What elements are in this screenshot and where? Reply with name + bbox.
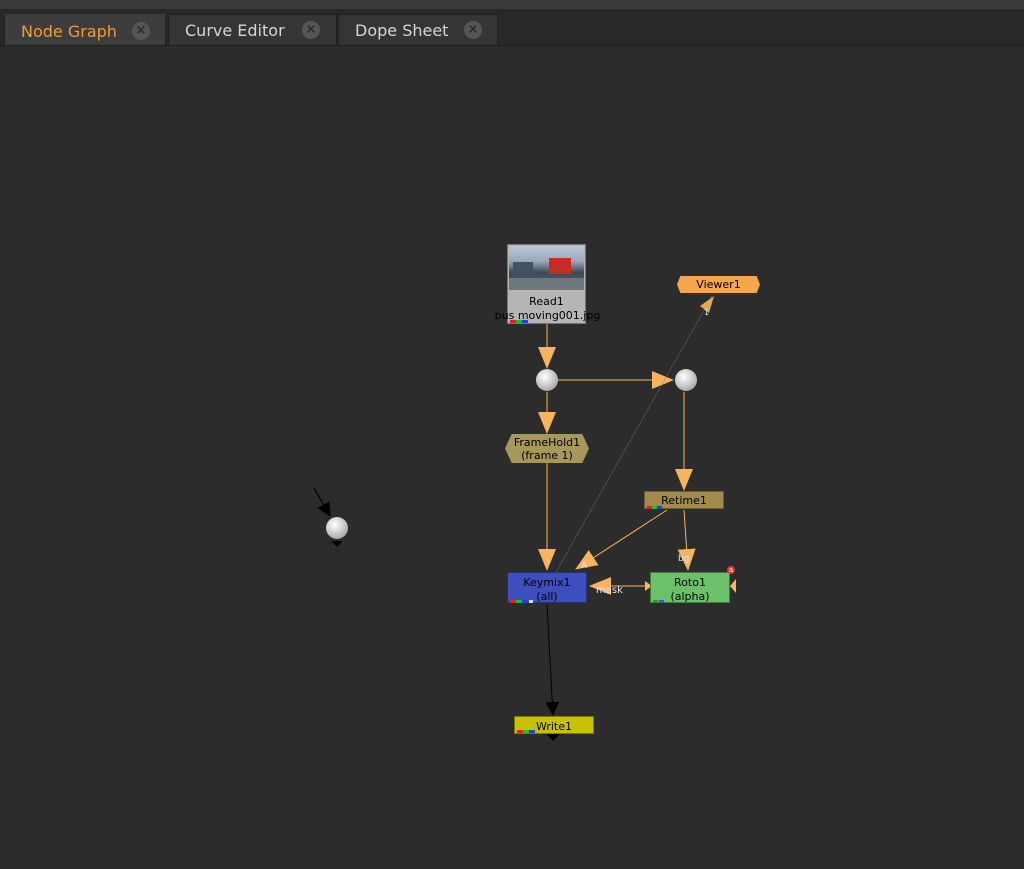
dot-node-orphan[interactable] xyxy=(326,517,348,539)
roto1-name: Roto1 xyxy=(674,576,706,589)
tab-node-graph-label: Node Graph xyxy=(21,22,117,41)
viewer-input-label: 1 xyxy=(704,308,710,317)
roto-badge-icon: a xyxy=(727,566,735,574)
roto-input-bg-label: bg xyxy=(678,554,690,564)
viewer1-name: Viewer1 xyxy=(696,278,741,291)
dot-node[interactable] xyxy=(536,369,558,391)
edge-orphan-input xyxy=(313,487,331,517)
node-write1[interactable]: Write1 xyxy=(514,716,594,734)
keymix1-name: Keymix1 xyxy=(523,576,571,589)
tab-curve-editor[interactable]: Curve Editor × xyxy=(168,14,337,45)
node-read1[interactable]: Read1 bus moving001.jpg xyxy=(495,244,600,324)
framehold1-param: (frame 1) xyxy=(521,449,573,462)
close-icon[interactable]: × xyxy=(464,21,482,39)
node-framehold1[interactable]: FrameHold1 (frame 1) xyxy=(505,434,589,463)
write-output-arrow-icon xyxy=(546,734,560,741)
tab-dope-sheet-label: Dope Sheet xyxy=(355,21,449,40)
read-thumbnail xyxy=(509,246,584,290)
roto-mask-input-arrow-icon xyxy=(730,579,736,593)
node-viewer1[interactable]: Viewer1 xyxy=(677,276,760,293)
tab-node-graph[interactable]: Node Graph × xyxy=(4,14,166,45)
node-retime1[interactable]: Retime1 xyxy=(644,491,724,509)
keymix-input-a-label: A xyxy=(581,561,588,571)
close-icon[interactable]: × xyxy=(132,22,150,40)
node-roto1[interactable]: Roto1 (alpha) xyxy=(650,572,730,603)
dot-node[interactable] xyxy=(675,369,697,391)
tab-bar: Node Graph × Curve Editor × Dope Sheet × xyxy=(0,9,1024,46)
tab-curve-editor-label: Curve Editor xyxy=(185,21,285,40)
edge-retime-to-keymix xyxy=(575,509,668,570)
framehold1-name: FrameHold1 xyxy=(513,436,581,449)
node-graph-canvas[interactable]: Read1 bus moving001.jpg Viewer1 1 FrameH… xyxy=(0,46,1024,869)
tab-dope-sheet[interactable]: Dope Sheet × xyxy=(338,14,498,45)
read1-name: Read1 xyxy=(529,295,564,308)
close-icon[interactable]: × xyxy=(302,21,320,39)
node-keymix1[interactable]: Keymix1 (all) xyxy=(507,572,587,603)
edge-keymix-to-write xyxy=(545,603,560,716)
mask-edge-label: mask xyxy=(596,585,623,596)
